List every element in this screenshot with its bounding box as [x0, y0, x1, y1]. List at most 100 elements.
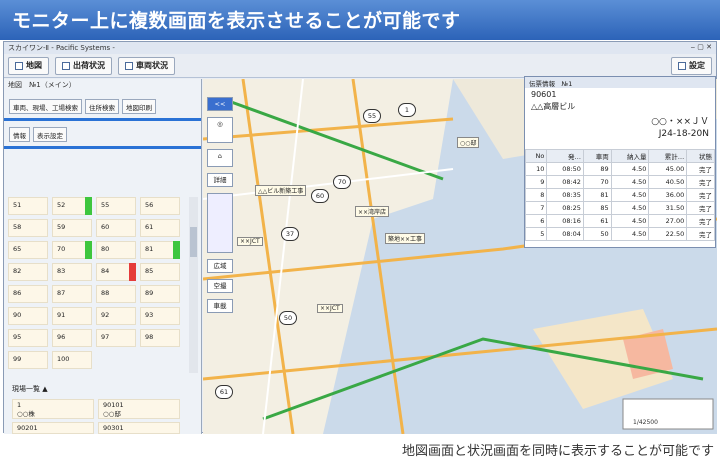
- table-cell: 22.50: [648, 227, 688, 241]
- vehicle-pin[interactable]: 37: [281, 227, 299, 241]
- vehicle-button[interactable]: 車両状況: [118, 56, 175, 75]
- table-cell: 4.50: [610, 227, 650, 241]
- column-header: 車両: [582, 149, 612, 163]
- vehicle-cell[interactable]: 51: [8, 197, 48, 215]
- table-cell: 08:35: [546, 188, 584, 202]
- vehicle-cell[interactable]: 80: [96, 241, 136, 259]
- vehicle-cell[interactable]: 61: [140, 219, 180, 237]
- vehicle-pin[interactable]: 61: [215, 385, 233, 399]
- vehicle-cell[interactable]: 91: [52, 307, 92, 325]
- table-cell: 08:42: [546, 175, 584, 189]
- compass-icon[interactable]: ◎: [207, 117, 233, 143]
- vehicle-cell[interactable]: 83: [52, 263, 92, 281]
- vehicle-cell[interactable]: 60: [96, 219, 136, 237]
- table-row[interactable]: 10 08:50 89 4.50 45.00 完了: [524, 162, 715, 176]
- slip-info-header: 伝票情報 №1: [525, 77, 715, 88]
- home-icon[interactable]: ⌂: [207, 149, 233, 167]
- display-settings-button[interactable]: 表示設定: [33, 127, 67, 142]
- site-name: ○○邸: [103, 410, 121, 418]
- vehicle-cell[interactable]: 99: [8, 351, 48, 369]
- table-row[interactable]: 8 08:35 81 4.50 36.00 完了: [524, 188, 715, 202]
- shipping-button[interactable]: 出荷状況: [55, 56, 112, 75]
- scrollbar-thumb[interactable]: [190, 227, 197, 257]
- detail-zoom-button[interactable]: 詳細: [207, 173, 233, 187]
- vehicle-cell[interactable]: 96: [52, 329, 92, 347]
- vehicle-view-button[interactable]: 車載: [207, 299, 233, 313]
- collapse-button[interactable]: <<: [207, 97, 233, 111]
- vehicle-cell[interactable]: 92: [96, 307, 136, 325]
- road-label: ××JCT: [317, 304, 343, 313]
- vehicle-cell[interactable]: 88: [96, 285, 136, 303]
- slip-code: 90601: [531, 90, 557, 99]
- map-button[interactable]: 地図: [8, 56, 49, 75]
- site-card[interactable]: 90301: [98, 422, 180, 434]
- site-code: 90201: [17, 424, 38, 432]
- site-label[interactable]: ××湾岸店: [355, 206, 390, 217]
- table-cell: 45.00: [648, 162, 688, 176]
- table-cell: 08:25: [546, 201, 584, 215]
- vehicle-cell[interactable]: 55: [96, 197, 136, 215]
- vehicle-pin[interactable]: 70: [333, 175, 351, 189]
- vehicle-pin[interactable]: 55: [363, 109, 381, 123]
- vehicle-cell[interactable]: 97: [96, 329, 136, 347]
- vehicle-cell[interactable]: 58: [8, 219, 48, 237]
- vehicle-cell[interactable]: 56: [140, 197, 180, 215]
- table-cell: 89: [582, 162, 612, 176]
- left-panel: 地図 №1（メイン） 車両、現場、工場検索 住所検索 地図印刷 情報 表示設定 …: [4, 79, 202, 434]
- main-toolbar: 地図 出荷状況 車両状況 設定: [4, 54, 716, 78]
- table-row[interactable]: 7 08:25 85 4.50 31.50 完了: [524, 201, 715, 215]
- vehicle-cell[interactable]: 86: [8, 285, 48, 303]
- vehicle-cell[interactable]: 95: [8, 329, 48, 347]
- table-cell: 08:04: [546, 227, 584, 241]
- table-row[interactable]: 6 08:16 61 4.50 27.00 完了: [524, 214, 715, 228]
- site-card[interactable]: 1 ○○株: [12, 399, 94, 419]
- vehicle-cell[interactable]: 100: [52, 351, 92, 369]
- site-label[interactable]: △△ビル新築工事: [255, 185, 307, 196]
- vehicle-cell[interactable]: 89: [140, 285, 180, 303]
- vehicle-cell[interactable]: 93: [140, 307, 180, 325]
- column-header: 状態: [686, 149, 715, 163]
- table-cell: 08:16: [546, 214, 584, 228]
- table-row[interactable]: 5 08:04 50 4.50 22.50 完了: [524, 227, 715, 241]
- truck-icon: [125, 61, 133, 70]
- scrollbar[interactable]: [189, 197, 198, 373]
- map-print-button[interactable]: 地図印刷: [122, 99, 156, 114]
- site-list-title: 現場一覧 ▲: [12, 385, 48, 393]
- table-cell: 40.50: [648, 175, 688, 189]
- slip-site-name: △△高層ビル: [531, 102, 576, 111]
- site-card[interactable]: 90201: [12, 422, 94, 434]
- vehicle-cell[interactable]: 85: [140, 263, 180, 281]
- site-label[interactable]: 築地××工事: [385, 233, 426, 244]
- table-cell: 完了: [686, 162, 715, 176]
- status-bar: [129, 263, 136, 281]
- address-search-button[interactable]: 住所検索: [85, 99, 119, 114]
- window-controls[interactable]: ‒ ▢ ✕: [691, 43, 712, 53]
- status-bar: [85, 197, 92, 215]
- slip-ref: J24-18-20N: [658, 129, 709, 139]
- aerial-button[interactable]: 空撮: [207, 279, 233, 293]
- site-code: 1: [17, 401, 22, 409]
- table-cell: 4.50: [610, 188, 650, 202]
- vehicle-cell[interactable]: 87: [52, 285, 92, 303]
- table-row[interactable]: 9 08:42 70 4.50 40.50 完了: [524, 175, 715, 189]
- settings-button[interactable]: 設定: [671, 56, 712, 75]
- vehicle-pin[interactable]: 50: [279, 311, 297, 325]
- vehicle-cell[interactable]: 90: [8, 307, 48, 325]
- site-card[interactable]: 90101 ○○邸: [98, 399, 180, 419]
- table-cell: 31.50: [648, 201, 688, 215]
- wide-zoom-button[interactable]: 広域: [207, 259, 233, 273]
- vehicle-cell[interactable]: 65: [8, 241, 48, 259]
- info-button[interactable]: 情報: [9, 127, 30, 142]
- site-label[interactable]: ○○邸: [457, 137, 480, 148]
- table-cell: 81: [582, 188, 612, 202]
- vehicle-cell[interactable]: 59: [52, 219, 92, 237]
- search-button[interactable]: 車両、現場、工場検索: [9, 99, 82, 114]
- vehicle-cell[interactable]: 98: [140, 329, 180, 347]
- vehicle-cell[interactable]: 82: [8, 263, 48, 281]
- site-list-label: 現場一覧: [12, 385, 40, 393]
- vehicle-pin[interactable]: 1: [398, 103, 416, 117]
- window-title: スカイワン-Ⅱ - Pacific Systems -: [8, 44, 115, 52]
- vehicle-pin[interactable]: 60: [311, 189, 329, 203]
- zoom-slider[interactable]: [207, 193, 233, 253]
- table-cell: 27.00: [648, 214, 688, 228]
